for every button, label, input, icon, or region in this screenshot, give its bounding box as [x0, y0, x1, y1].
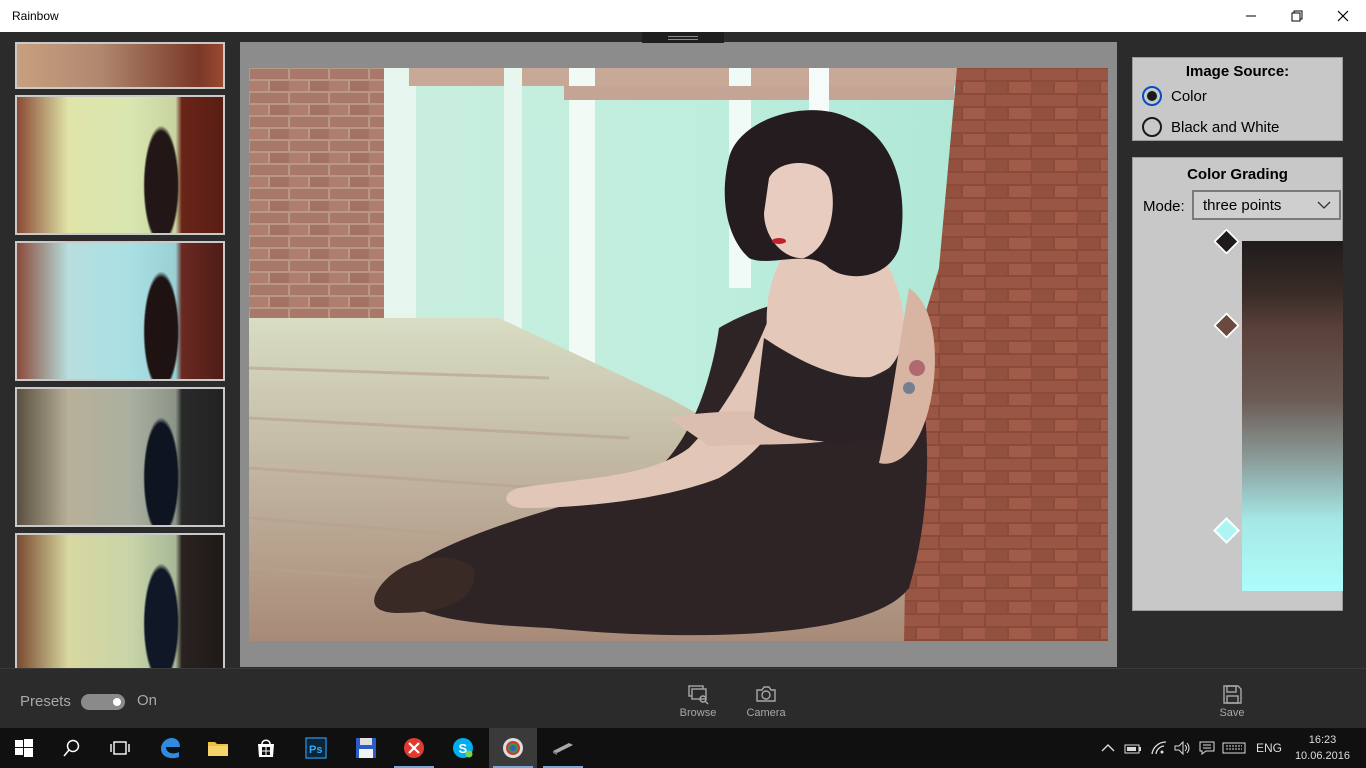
taskbar-save-app[interactable]: [342, 728, 390, 768]
skype-icon: S: [453, 738, 473, 758]
bottom-app-bar: Presets On Browse Camera Save: [0, 668, 1366, 728]
photo-render: [249, 68, 1108, 641]
preset-strip[interactable]: [0, 32, 240, 668]
preset-image: [17, 44, 223, 87]
taskbar: Ps S ENG 16:23 10.06.2016: [0, 728, 1366, 768]
device-icon: [553, 743, 573, 755]
floppy-icon: [356, 738, 376, 758]
folder-icon: [208, 742, 228, 756]
search-icon: [63, 739, 80, 757]
title-bar: Rainbow: [0, 0, 1366, 32]
edge-icon: [161, 738, 180, 759]
restore-button[interactable]: [1274, 0, 1320, 32]
photoshop-icon: Ps: [305, 737, 327, 759]
preset-image: [17, 389, 223, 525]
radio-button[interactable]: [1142, 117, 1162, 137]
battery-icon[interactable]: [1124, 740, 1142, 756]
search-button[interactable]: [48, 728, 96, 768]
radio-button-selected[interactable]: [1142, 86, 1162, 106]
minimize-button[interactable]: [1228, 0, 1274, 32]
taskbar-error-app[interactable]: [390, 728, 438, 768]
presets-label: Presets: [20, 693, 71, 710]
image-source-heading: Image Source:: [1185, 63, 1290, 80]
preset-thumbnail[interactable]: [15, 42, 225, 89]
preset-thumbnail[interactable]: [15, 95, 225, 235]
error-icon: [404, 738, 424, 758]
wifi-icon[interactable]: [1150, 740, 1168, 756]
mode-dropdown[interactable]: three points: [1192, 190, 1341, 220]
system-tray: ENG: [1100, 728, 1282, 768]
gradient-point-mid[interactable]: [1213, 312, 1240, 339]
notification-icon[interactable]: [1198, 740, 1216, 756]
color-grading-panel: Color Grading Mode: three points: [1132, 157, 1343, 611]
mode-value: three points: [1203, 197, 1282, 214]
language-indicator[interactable]: ENG: [1256, 741, 1282, 755]
store-icon: [258, 739, 274, 757]
close-button[interactable]: [1320, 0, 1366, 32]
rainbow-app-icon: [503, 738, 523, 758]
browse-button[interactable]: Browse: [668, 679, 728, 727]
gradient-point-dark[interactable]: [1213, 228, 1240, 255]
drag-handle[interactable]: [642, 32, 724, 43]
preset-thumbnail[interactable]: [15, 387, 225, 527]
minimize-icon: [1246, 15, 1256, 17]
svg-text:Ps: Ps: [309, 744, 322, 756]
radio-bw-label: Black and White: [1171, 118, 1280, 136]
camera-button[interactable]: Camera: [736, 679, 796, 727]
radio-color-label: Color: [1171, 87, 1207, 105]
mode-label: Mode:: [1143, 198, 1185, 215]
taskbar-device-app[interactable]: [539, 728, 587, 768]
edited-photo: [249, 68, 1108, 641]
preset-thumbnail[interactable]: [15, 241, 225, 381]
volume-icon[interactable]: [1174, 740, 1192, 756]
task-view-button[interactable]: [96, 728, 144, 768]
save-icon: [1223, 685, 1242, 704]
color-grading-heading: Color Grading: [1187, 166, 1288, 183]
taskbar-skype[interactable]: S: [439, 728, 487, 768]
taskbar-rainbow[interactable]: [489, 728, 537, 768]
start-button[interactable]: [0, 728, 48, 768]
save-label: Save: [1219, 707, 1245, 719]
taskbar-store[interactable]: [242, 728, 290, 768]
clock-time: 16:23: [1308, 734, 1337, 746]
app-area: Image Source: Color Black and White Colo…: [0, 32, 1366, 728]
clock[interactable]: 16:23 10.06.2016: [1295, 732, 1350, 764]
clock-date: 10.06.2016: [1294, 750, 1350, 762]
presets-toggle[interactable]: [81, 694, 125, 710]
gradient-point-light[interactable]: [1213, 517, 1240, 544]
taskbar-photoshop[interactable]: Ps: [292, 728, 340, 768]
preset-image: [17, 535, 223, 668]
chevron-down-icon: [1317, 201, 1331, 209]
browse-label: Browse: [679, 707, 717, 719]
window-title: Rainbow: [12, 9, 59, 23]
preset-image: [17, 97, 223, 233]
keyboard-icon[interactable]: [1222, 740, 1246, 756]
restore-icon: [1291, 10, 1303, 22]
close-icon: [1337, 10, 1349, 22]
preset-image: [17, 243, 223, 379]
task-view-icon: [110, 741, 130, 755]
gradient-bar: [1242, 241, 1343, 591]
image-source-panel: Image Source: Color Black and White: [1132, 57, 1343, 141]
radio-black-and-white[interactable]: Black and White: [1142, 117, 1279, 137]
save-button[interactable]: Save: [1202, 679, 1262, 727]
preset-thumbnail[interactable]: [15, 533, 225, 668]
toggle-state-label: On: [137, 692, 158, 709]
camera-label: Camera: [746, 707, 786, 719]
chevron-up-icon[interactable]: [1100, 740, 1116, 756]
browse-icon: [688, 685, 709, 705]
radio-color[interactable]: Color: [1142, 86, 1207, 106]
taskbar-edge[interactable]: [146, 728, 194, 768]
camera-icon: [756, 686, 776, 702]
taskbar-file-explorer[interactable]: [194, 728, 242, 768]
windows-logo-icon: [15, 739, 33, 757]
